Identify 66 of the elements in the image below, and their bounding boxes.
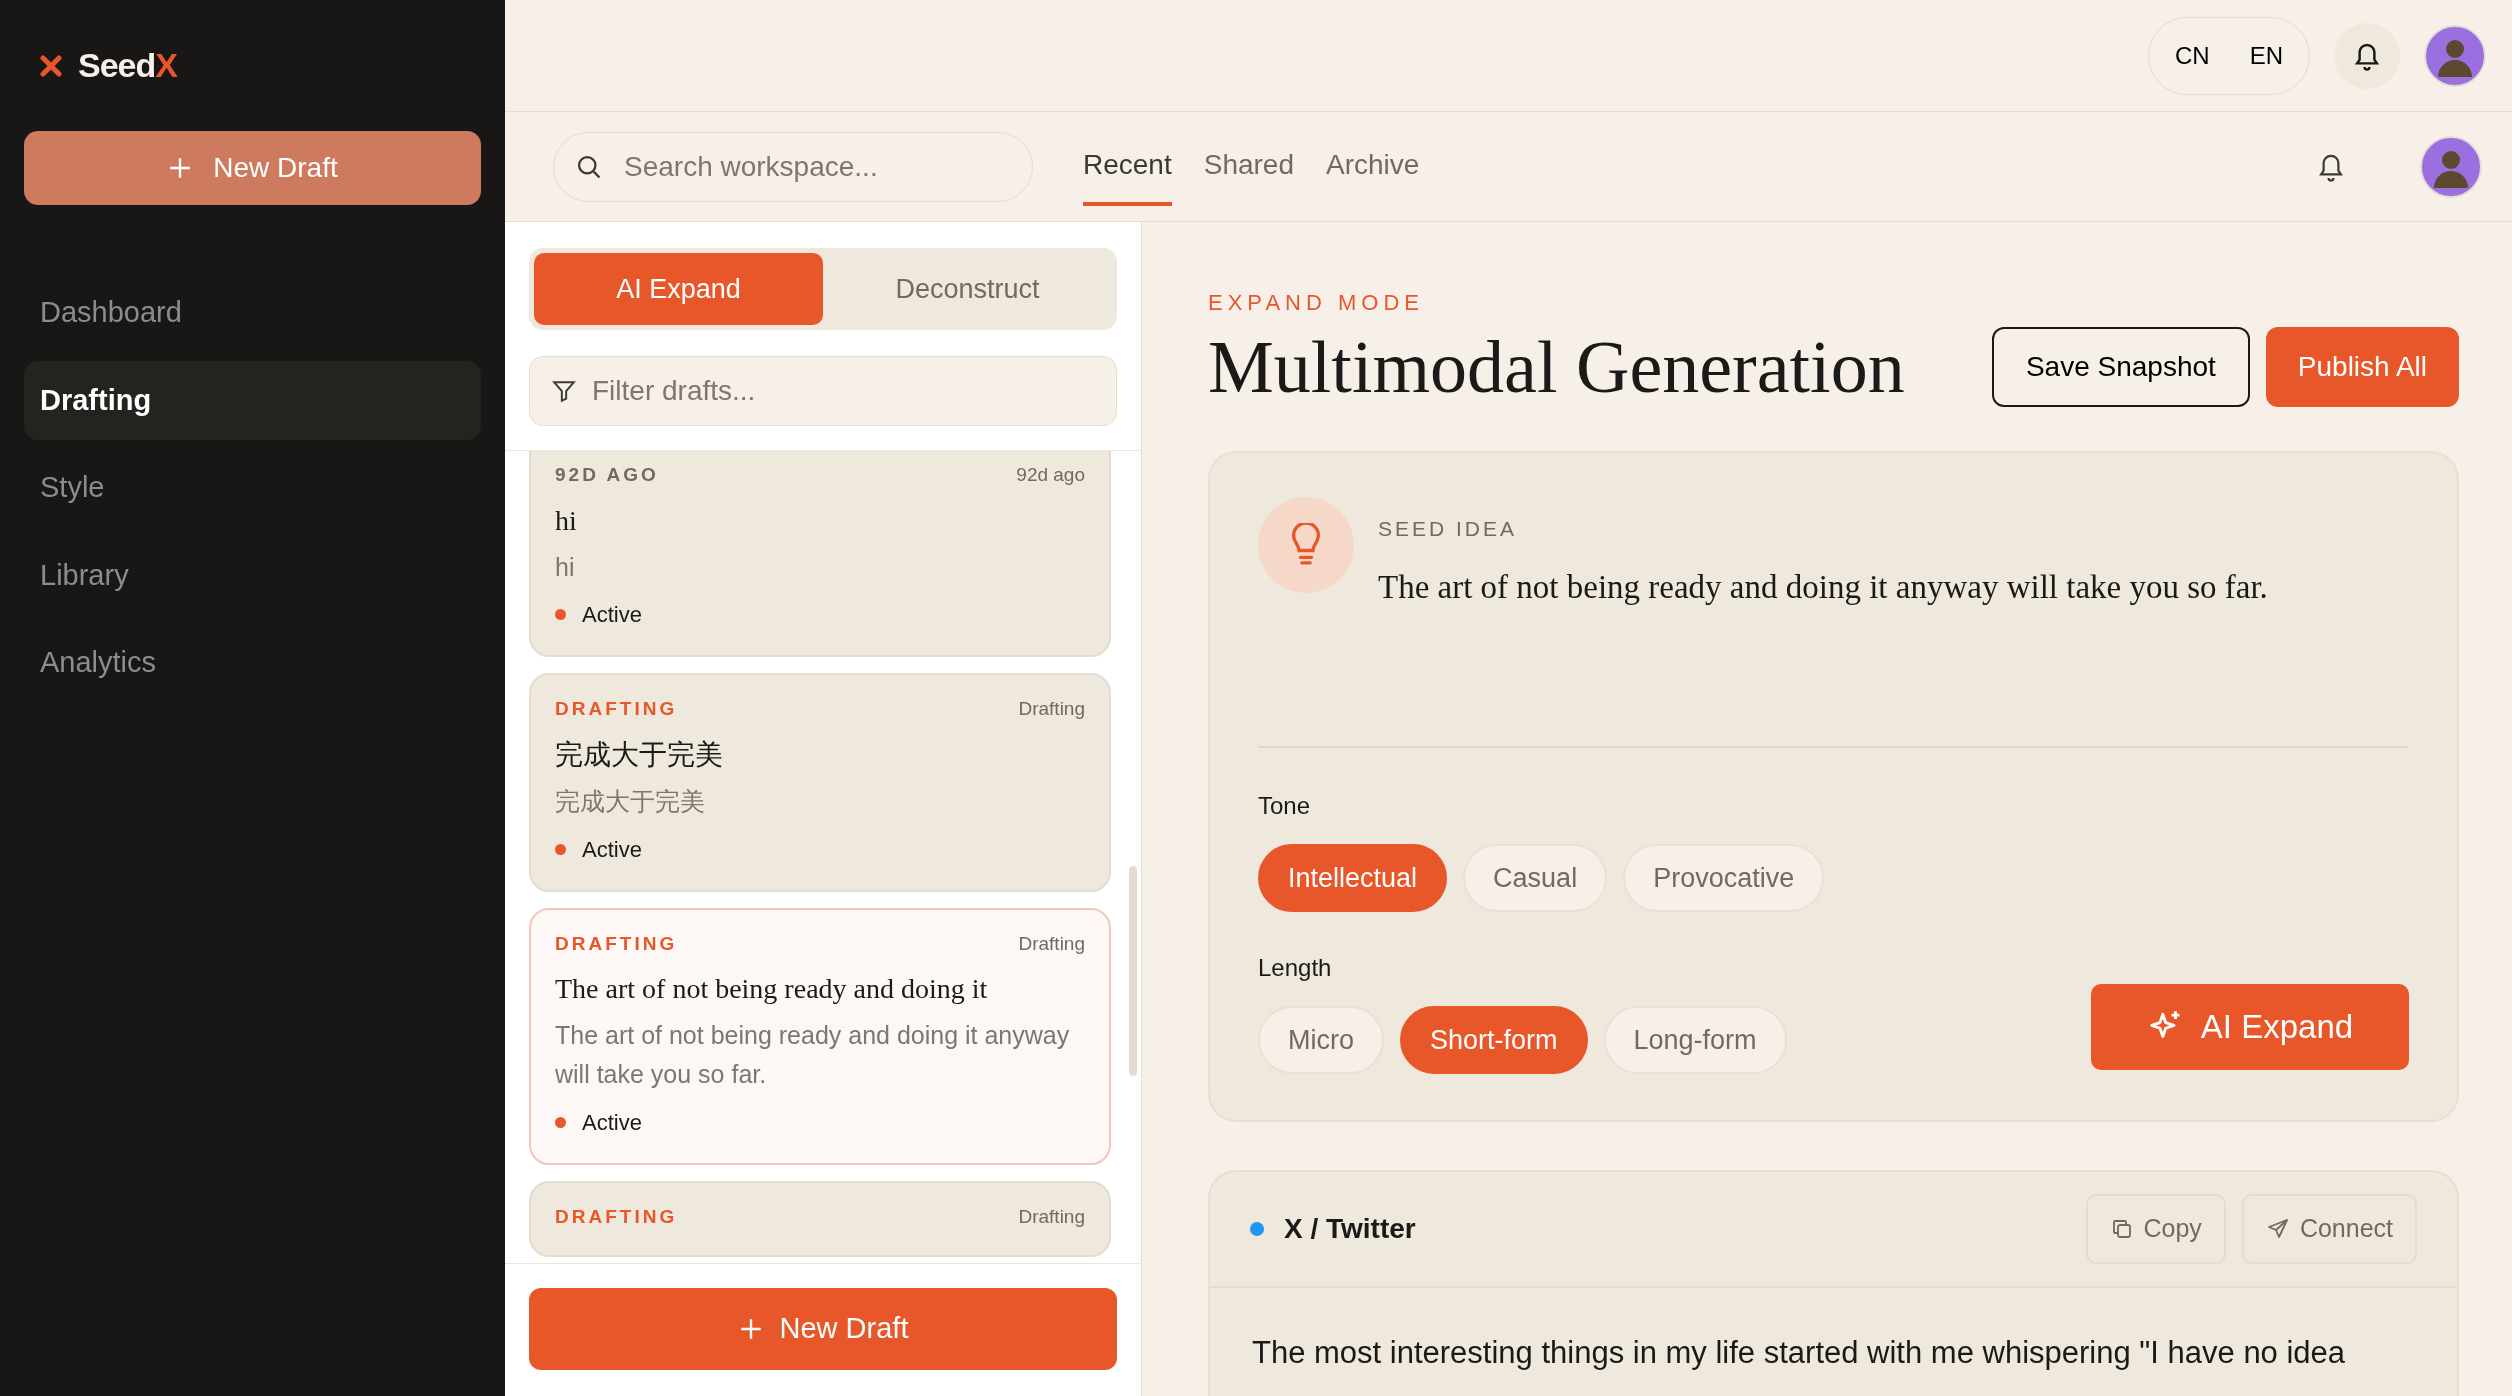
draft-time: Drafting	[1018, 931, 1085, 956]
tab[interactable]: Recent	[1083, 143, 1172, 206]
tab[interactable]: Shared	[1203, 143, 1294, 206]
option-chip[interactable]: Long-form	[1603, 1006, 1787, 1074]
draft-text: The art of not being ready and doing it anyway will take you so far.	[555, 1020, 1071, 1090]
status-dot	[555, 843, 566, 855]
tab[interactable]: Archive	[1326, 143, 1420, 206]
connect-button[interactable]: Connect	[2241, 1194, 2417, 1264]
status-label: Active	[582, 835, 642, 864]
draft-time: Drafting	[1018, 1204, 1085, 1229]
draft-time: 92d ago	[1016, 463, 1085, 487]
draft-title: hi	[555, 503, 578, 538]
draft-card[interactable]: DRAFTING Drafting The art of not being ready and doing it The art of not being ready and doing it anyway will take you so far. Active	[529, 907, 1111, 1165]
draft-text: 完成大于完美	[555, 785, 706, 817]
draft-card[interactable]: DRAFTING Drafting	[529, 1180, 1111, 1257]
option-chip[interactable]: Short-form	[1400, 1006, 1588, 1074]
option-chip[interactable]: Intellectual	[1258, 844, 1448, 912]
status-dot	[555, 609, 566, 621]
draft-title: The art of not being ready and doing it	[555, 972, 989, 1006]
draft-time: Drafting	[1018, 697, 1085, 722]
sidebar-item[interactable]: Analytics	[24, 623, 481, 703]
draft-title: 完成大于完美	[555, 737, 724, 772]
new-draft-button[interactable]: New Draft	[24, 131, 481, 205]
draft-card[interactable]: DRAFTING Drafting 完成大于完美 完成大于完美 Active	[529, 673, 1111, 892]
copy-button[interactable]: Copy	[2085, 1194, 2226, 1264]
seed-label: SEED IDEA	[1378, 516, 1519, 542]
draft-tag: DRAFTING	[555, 1202, 678, 1231]
save-snapshot-button[interactable]: Save Snapshot	[1991, 327, 2250, 407]
mode-label: EXPAND MODE	[1208, 289, 1425, 317]
sidebar-item[interactable]: Style	[24, 448, 481, 528]
publish-button[interactable]: Publish All	[2265, 327, 2459, 407]
language-option[interactable]: CN	[2175, 37, 2210, 74]
option-chip[interactable]: Casual	[1463, 844, 1608, 912]
language-option[interactable]: EN	[2249, 37, 2283, 74]
option-label: Length	[1258, 953, 1333, 983]
search-field[interactable]: Search workspace...	[553, 131, 1033, 202]
sidebar-item[interactable]: Drafting	[24, 360, 481, 440]
draft-text: hi	[555, 551, 576, 583]
avatar[interactable]	[2424, 24, 2486, 87]
mode-tab[interactable]: AI Expand	[534, 253, 823, 325]
page-title: Multimodal Generation	[1208, 330, 1905, 404]
scrollbar[interactable]	[1129, 866, 1137, 1076]
x-icon	[40, 54, 62, 77]
status-dot	[555, 1116, 566, 1128]
sidebar-item[interactable]: Library	[24, 535, 481, 615]
option-chip[interactable]: Micro	[1258, 1006, 1384, 1074]
draft-card[interactable]: 92D AGO 92d ago hi hi Active	[529, 451, 1111, 658]
filter-field[interactable]: Filter drafts...	[529, 356, 1117, 426]
option-label: Tone	[1258, 791, 1312, 821]
send-icon	[2265, 1217, 2290, 1241]
status-label: Active	[582, 601, 642, 630]
new-draft-button[interactable]: New Draft	[529, 1288, 1117, 1370]
option-chip[interactable]: Provocative	[1623, 844, 1825, 912]
draft-tag: DRAFTING	[555, 695, 678, 724]
mode-tab[interactable]: Deconstruct	[823, 253, 1112, 325]
filter-icon	[551, 378, 577, 404]
status-label: Active	[582, 1108, 642, 1137]
platform-name: X / Twitter	[1284, 1212, 1416, 1246]
sidebar-item[interactable]: Dashboard	[24, 273, 481, 353]
logo: SeedX	[78, 45, 177, 86]
avatar[interactable]	[2420, 135, 2482, 198]
draft-tag: 92D AGO	[555, 461, 659, 490]
draft-tag: DRAFTING	[555, 929, 678, 958]
seed-text: The art of not being ready and doing it anyway will take you so far.	[1378, 567, 2268, 607]
ai-expand-button[interactable]: AI Expand	[2091, 984, 2409, 1070]
output-text: The most interesting things in my life started with me whispering "I have no idea	[1251, 1334, 2347, 1372]
